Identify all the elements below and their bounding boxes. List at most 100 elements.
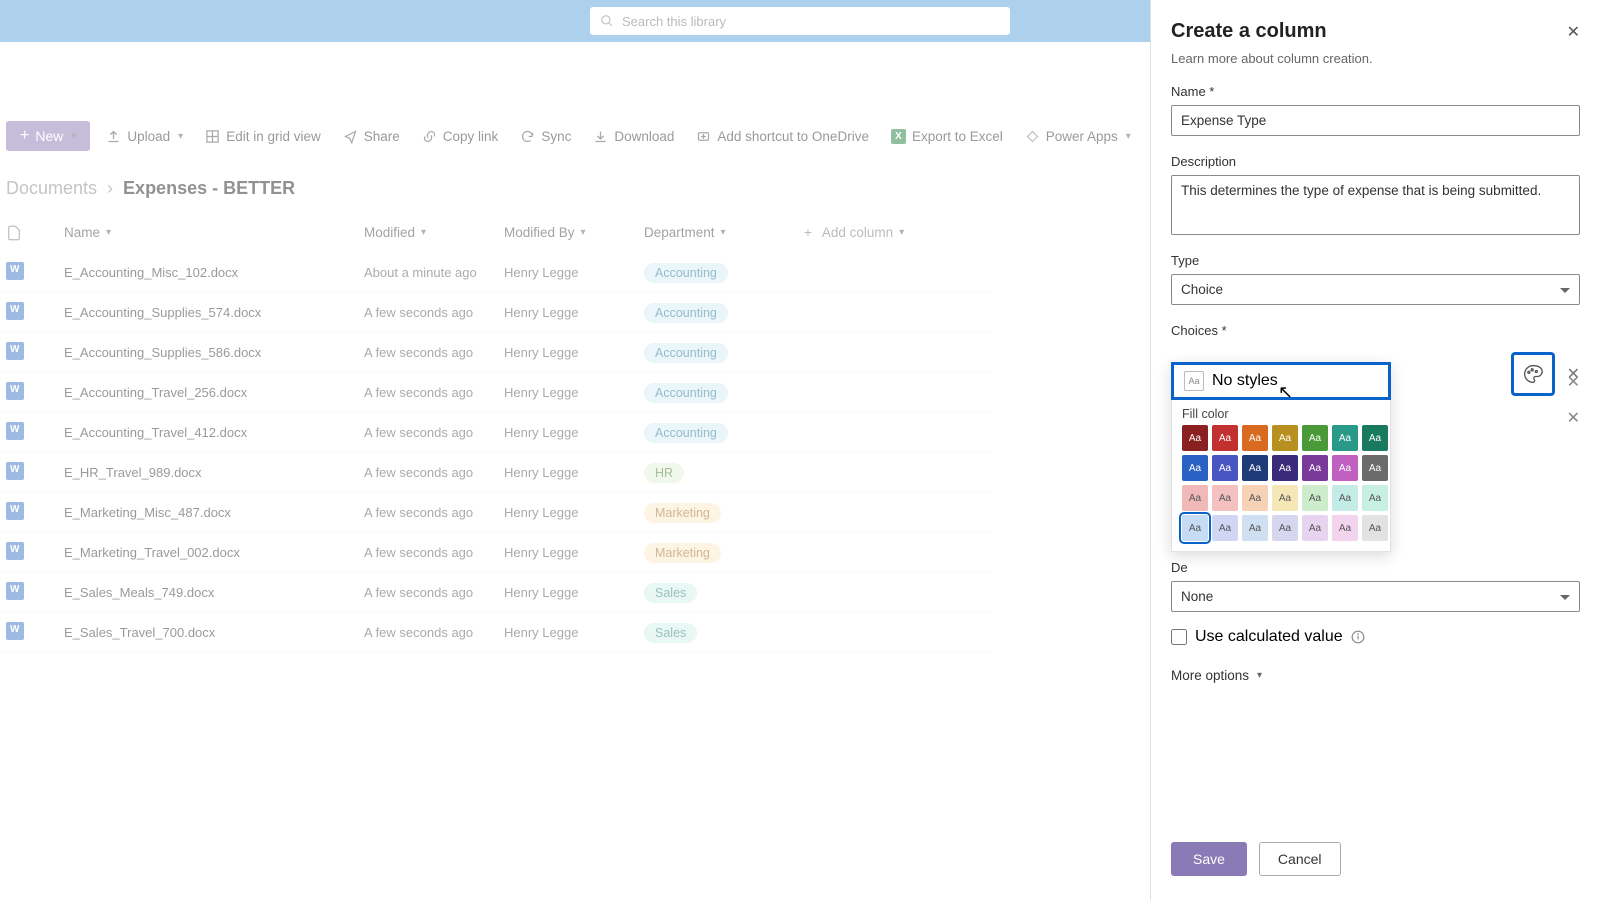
- color-swatch[interactable]: Aa: [1302, 425, 1328, 451]
- file-name[interactable]: E_Accounting_Supplies_574.docx: [64, 305, 364, 320]
- color-swatch[interactable]: Aa: [1302, 455, 1328, 481]
- copy-link-button[interactable]: Copy link: [416, 125, 505, 148]
- table-row[interactable]: E_Accounting_Supplies_586.docx A few sec…: [0, 333, 990, 373]
- color-swatch[interactable]: Aa: [1272, 455, 1298, 481]
- color-swatch[interactable]: Aa: [1182, 455, 1208, 481]
- cancel-button[interactable]: Cancel: [1259, 842, 1341, 876]
- search-input[interactable]: [622, 14, 1000, 29]
- create-column-panel: Create a column ✕ Learn more about colum…: [1150, 0, 1600, 900]
- color-swatch[interactable]: Aa: [1332, 485, 1358, 511]
- edit-grid-button[interactable]: Edit in grid view: [199, 125, 327, 148]
- panel-hint-link[interactable]: Learn more about column creation.: [1171, 51, 1580, 66]
- word-file-icon: [6, 262, 24, 280]
- table-row[interactable]: E_Marketing_Misc_487.docx A few seconds …: [0, 493, 990, 533]
- more-options-toggle[interactable]: More options▾: [1171, 668, 1580, 683]
- file-name[interactable]: E_Sales_Travel_700.docx: [64, 625, 364, 640]
- download-button[interactable]: Download: [587, 125, 680, 148]
- color-swatch[interactable]: Aa: [1242, 425, 1268, 451]
- color-swatch[interactable]: Aa: [1362, 485, 1388, 511]
- table-row[interactable]: E_Accounting_Travel_412.docx A few secon…: [0, 413, 990, 453]
- palette-button[interactable]: [1511, 352, 1555, 396]
- color-swatch[interactable]: Aa: [1362, 425, 1388, 451]
- color-swatch[interactable]: Aa: [1272, 425, 1298, 451]
- color-swatch[interactable]: Aa: [1362, 455, 1388, 481]
- modified-cell: A few seconds ago: [364, 345, 504, 360]
- table-row[interactable]: E_Accounting_Misc_102.docx About a minut…: [0, 253, 990, 293]
- modified-cell: About a minute ago: [364, 265, 504, 280]
- modified-by-cell: Henry Legge: [504, 505, 644, 520]
- upload-button[interactable]: Upload▾: [100, 125, 189, 148]
- export-excel-button[interactable]: XExport to Excel: [885, 125, 1009, 148]
- table-row[interactable]: E_Accounting_Travel_256.docx A few secon…: [0, 373, 990, 413]
- no-styles-option[interactable]: Aa No styles: [1171, 362, 1391, 400]
- col-name[interactable]: Name▾: [64, 225, 364, 240]
- col-department[interactable]: Department▾: [644, 225, 804, 240]
- table-row[interactable]: E_Accounting_Supplies_574.docx A few sec…: [0, 293, 990, 333]
- description-input[interactable]: This determines the type of expense that…: [1171, 175, 1580, 235]
- color-swatch[interactable]: Aa: [1332, 515, 1358, 541]
- color-swatch[interactable]: Aa: [1182, 425, 1208, 451]
- share-button[interactable]: Share: [337, 125, 406, 148]
- color-swatch[interactable]: Aa: [1332, 425, 1358, 451]
- color-swatch[interactable]: Aa: [1212, 455, 1238, 481]
- sync-button[interactable]: Sync: [514, 125, 577, 148]
- modified-cell: A few seconds ago: [364, 465, 504, 480]
- default-value-label: De: [1171, 560, 1580, 575]
- panel-close-icon[interactable]: ✕: [1567, 22, 1580, 42]
- table-row[interactable]: E_Sales_Travel_700.docx A few seconds ag…: [0, 613, 990, 653]
- table-row[interactable]: E_Marketing_Travel_002.docx A few second…: [0, 533, 990, 573]
- col-modified[interactable]: Modified▾: [364, 225, 504, 240]
- word-file-icon: [6, 302, 24, 320]
- modified-cell: A few seconds ago: [364, 385, 504, 400]
- color-swatch[interactable]: Aa: [1182, 485, 1208, 511]
- color-swatch[interactable]: Aa: [1242, 485, 1268, 511]
- modified-cell: A few seconds ago: [364, 625, 504, 640]
- file-name[interactable]: E_Accounting_Misc_102.docx: [64, 265, 364, 280]
- modified-cell: A few seconds ago: [364, 305, 504, 320]
- color-swatch[interactable]: Aa: [1272, 485, 1298, 511]
- color-swatch[interactable]: Aa: [1242, 515, 1268, 541]
- search-box[interactable]: [590, 7, 1010, 35]
- file-name[interactable]: E_Accounting_Travel_412.docx: [64, 425, 364, 440]
- add-shortcut-button[interactable]: Add shortcut to OneDrive: [690, 125, 875, 148]
- breadcrumb-root[interactable]: Documents: [6, 178, 97, 199]
- remove-choice-icon[interactable]: ✕: [1567, 372, 1580, 392]
- add-column-button[interactable]: Add column▾: [804, 225, 984, 240]
- new-button[interactable]: +New▾: [6, 121, 90, 151]
- file-name[interactable]: E_HR_Travel_989.docx: [64, 465, 364, 480]
- name-input[interactable]: [1171, 105, 1580, 136]
- color-swatch[interactable]: Aa: [1362, 515, 1388, 541]
- color-swatch[interactable]: Aa: [1242, 455, 1268, 481]
- department-pill: Accounting: [644, 343, 728, 363]
- breadcrumb-current: Expenses - BETTER: [123, 178, 295, 199]
- table-header: Name▾ Modified▾ Modified By▾ Department▾…: [0, 213, 990, 253]
- table-row[interactable]: E_HR_Travel_989.docx A few seconds ago H…: [0, 453, 990, 493]
- remove-choice-icon[interactable]: ✕: [1567, 408, 1580, 428]
- file-name[interactable]: E_Marketing_Misc_487.docx: [64, 505, 364, 520]
- file-name[interactable]: E_Accounting_Supplies_586.docx: [64, 345, 364, 360]
- modified-by-cell: Henry Legge: [504, 585, 644, 600]
- save-button[interactable]: Save: [1171, 842, 1247, 876]
- color-swatch[interactable]: Aa: [1212, 485, 1238, 511]
- color-swatch[interactable]: Aa: [1272, 515, 1298, 541]
- color-swatch[interactable]: Aa: [1332, 455, 1358, 481]
- color-swatch[interactable]: Aa: [1212, 425, 1238, 451]
- file-name[interactable]: E_Accounting_Travel_256.docx: [64, 385, 364, 400]
- table-row[interactable]: E_Sales_Meals_749.docx A few seconds ago…: [0, 573, 990, 613]
- col-modified-by[interactable]: Modified By▾: [504, 225, 644, 240]
- default-value-select[interactable]: None: [1171, 581, 1580, 612]
- calculated-value-checkbox[interactable]: Use calculated value: [1171, 628, 1580, 646]
- word-file-icon: [6, 382, 24, 400]
- power-apps-button[interactable]: Power Apps▾: [1019, 125, 1137, 148]
- word-file-icon: [6, 502, 24, 520]
- type-select[interactable]: Choice: [1171, 274, 1580, 305]
- color-swatch[interactable]: Aa: [1182, 515, 1208, 541]
- file-name[interactable]: E_Marketing_Travel_002.docx: [64, 545, 364, 560]
- modified-cell: A few seconds ago: [364, 425, 504, 440]
- color-swatch[interactable]: Aa: [1302, 485, 1328, 511]
- file-name[interactable]: E_Sales_Meals_749.docx: [64, 585, 364, 600]
- department-pill: Accounting: [644, 263, 728, 283]
- color-swatch[interactable]: Aa: [1212, 515, 1238, 541]
- name-label: Name: [1171, 84, 1580, 99]
- color-swatch[interactable]: Aa: [1302, 515, 1328, 541]
